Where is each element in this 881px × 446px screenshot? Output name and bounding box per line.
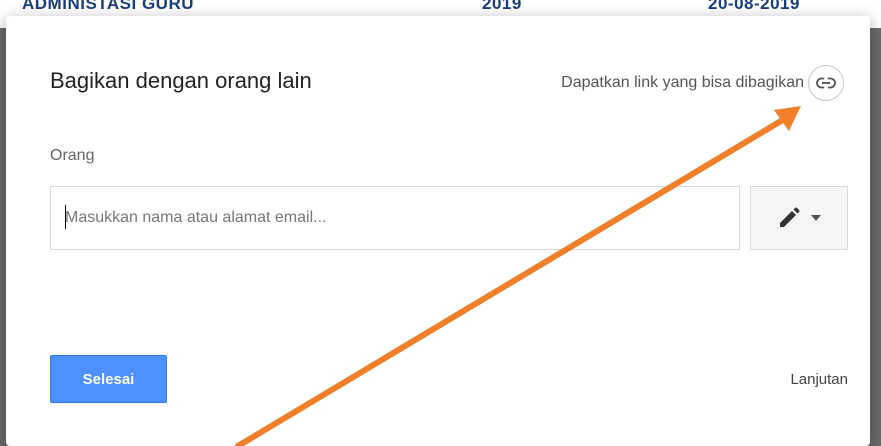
advanced-link[interactable]: Lanjutan [790,371,848,388]
dialog-title: Bagikan dengan orang lain [50,68,312,93]
link-icon [816,77,836,89]
link-button[interactable] [808,65,844,101]
people-label: Orang [50,147,95,164]
pencil-icon [780,207,800,227]
email-input[interactable] [50,186,740,250]
get-shareable-link[interactable]: Dapatkan link yang bisa dibagikan [561,65,844,101]
permission-dropdown-button[interactable] [750,186,848,250]
share-link-label[interactable]: Dapatkan link yang bisa dibagikan [561,74,804,92]
chevron-down-icon [811,215,821,221]
background-year: 2019 [482,0,522,13]
text-caret [65,205,66,229]
background-date: 20-08-2019 [708,0,800,13]
background-heading: ADMINISTASI GURU [22,0,195,13]
share-dialog: Bagikan dengan orang lain Dapatkan link … [6,16,870,446]
done-button[interactable]: Selesai [50,355,167,403]
